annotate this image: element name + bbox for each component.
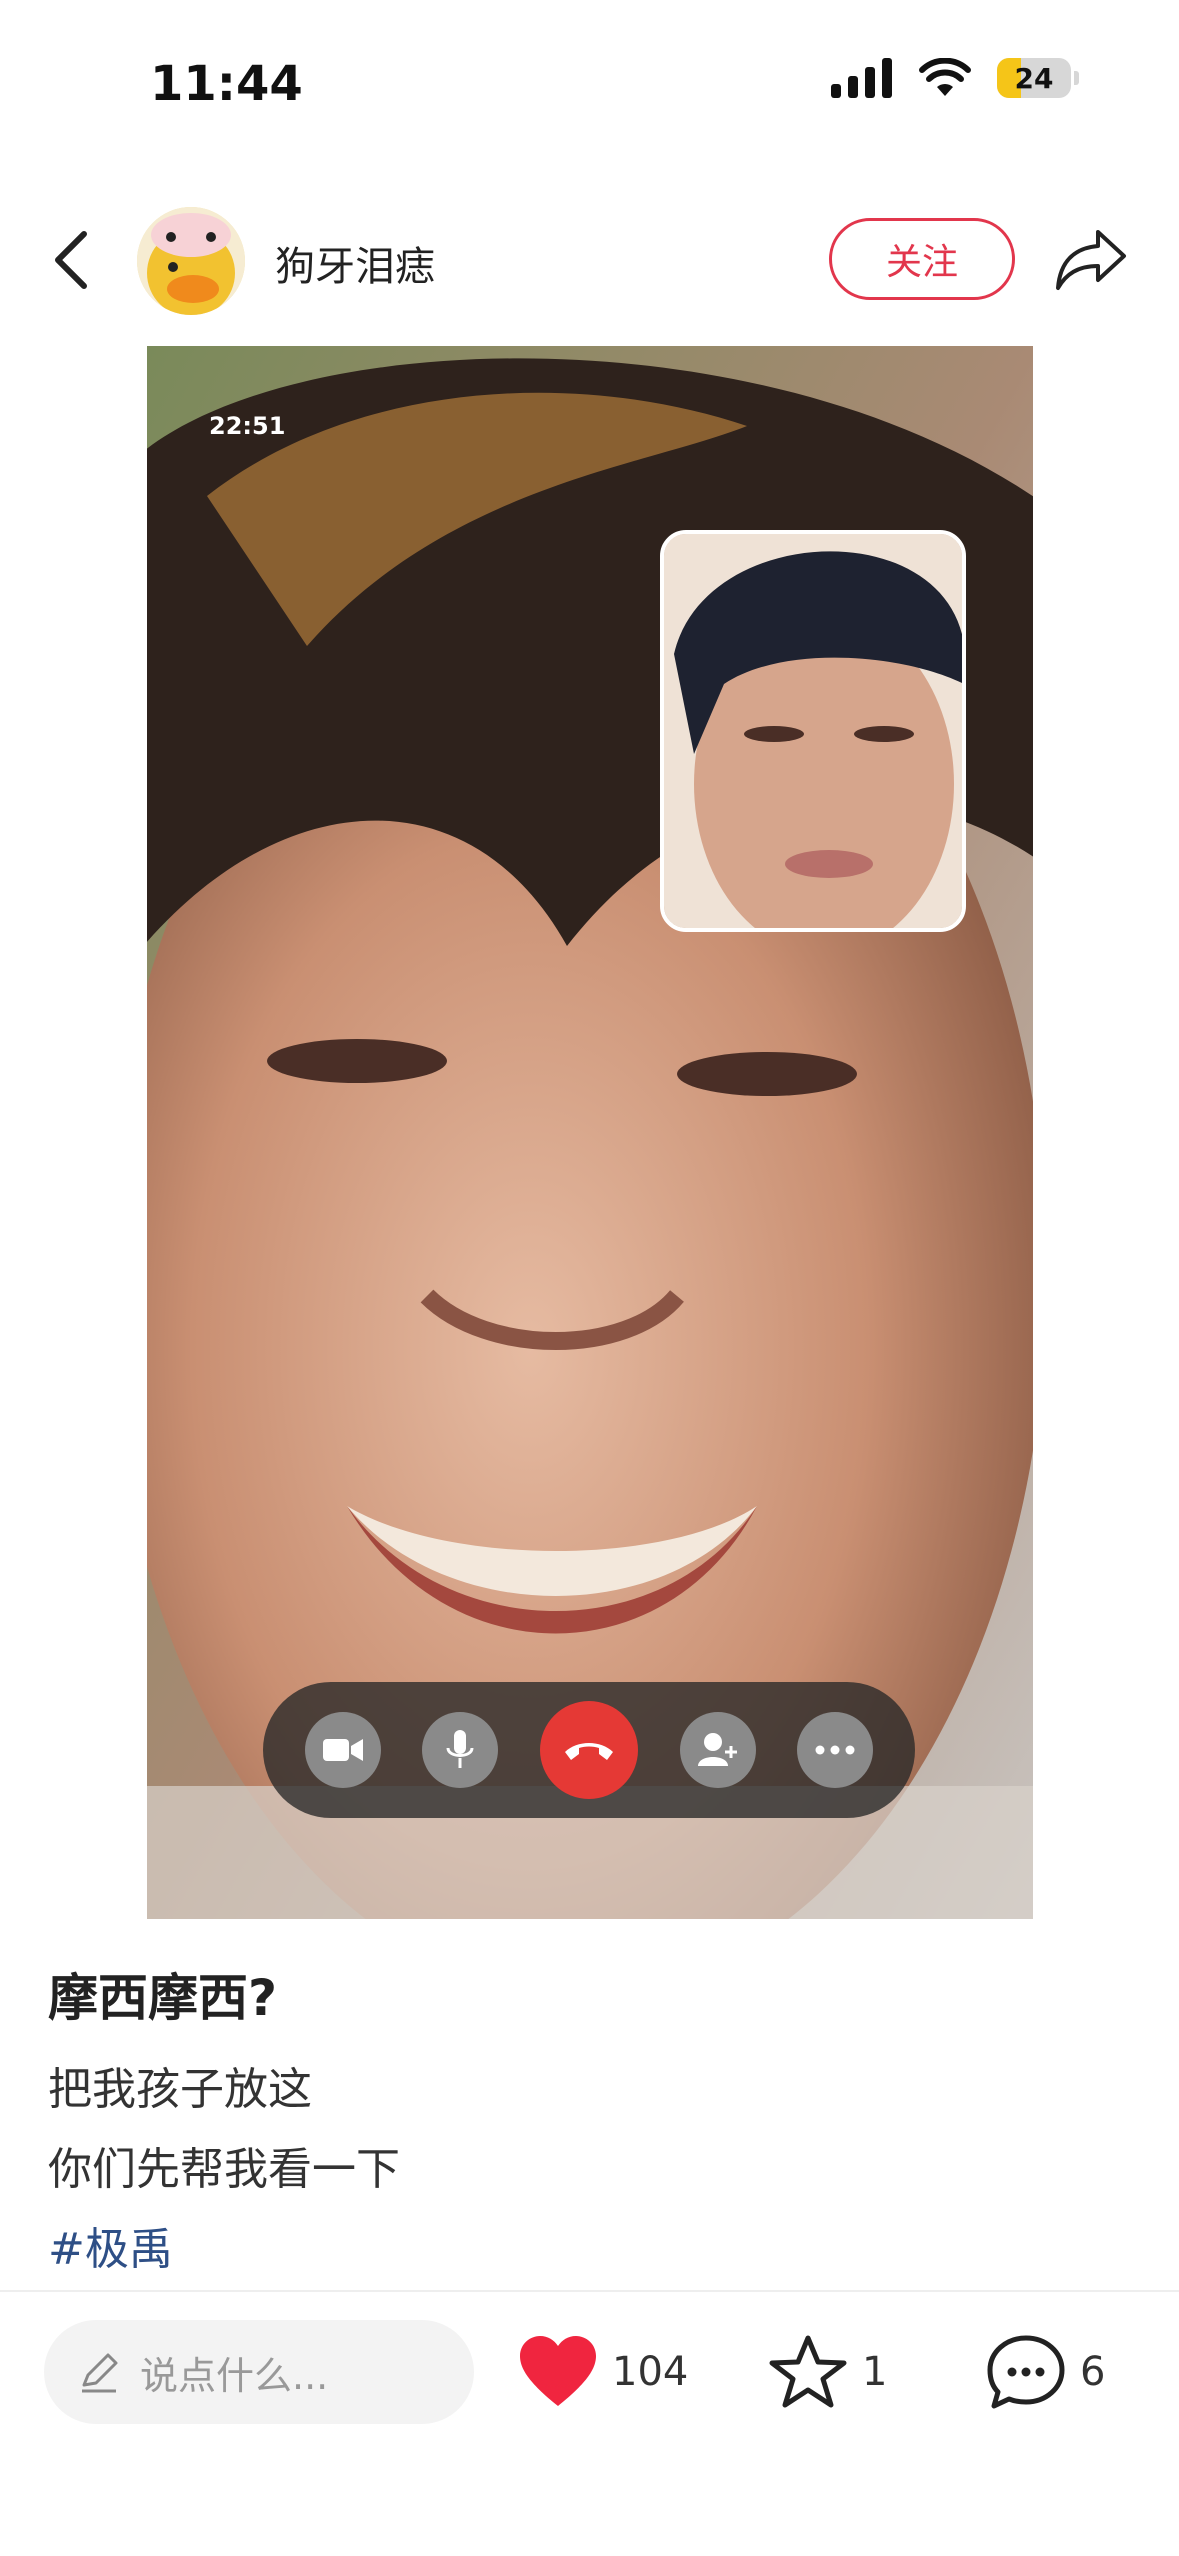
like-count: 104	[612, 2349, 689, 2395]
pip-video-thumbnail[interactable]	[660, 530, 966, 932]
follow-button[interactable]: 关注	[829, 218, 1015, 300]
status-time: 11:44	[150, 56, 303, 112]
hashtag-link[interactable]: #极禹	[48, 2210, 400, 2290]
add-user-icon	[697, 1733, 737, 1766]
video-timestamp: 22:51	[209, 412, 286, 440]
post-body: 把我孩子放这 你们先帮我看一下 #极禹	[48, 2050, 400, 2290]
favorite-button[interactable]: 1	[768, 2322, 887, 2422]
avatar[interactable]	[137, 207, 245, 315]
mute-button[interactable]	[422, 1712, 499, 1788]
back-icon[interactable]	[44, 228, 104, 292]
like-button[interactable]: 104	[518, 2322, 688, 2422]
comment-button[interactable]: 6	[986, 2322, 1105, 2422]
pencil-icon	[82, 2353, 118, 2393]
battery-level: 24	[1014, 61, 1054, 95]
hang-up-button[interactable]	[539, 1701, 638, 1799]
add-participant-button[interactable]	[679, 1712, 756, 1788]
microphone-icon	[446, 1730, 474, 1768]
video-camera-icon	[322, 1739, 363, 1761]
divider	[0, 2290, 1179, 2292]
post-line: 你们先帮我看一下	[48, 2144, 400, 2195]
more-options-button[interactable]	[797, 1712, 874, 1788]
call-control-bar	[263, 1682, 915, 1818]
post-title: 摩西摩西?	[48, 1969, 278, 2027]
comment-count: 6	[1080, 2349, 1106, 2395]
phone-hangup-icon	[564, 1743, 613, 1760]
comment-input[interactable]: 说点什么...	[44, 2320, 474, 2424]
post-line: 把我孩子放这	[48, 2064, 312, 2115]
share-icon[interactable]	[1054, 224, 1130, 294]
video-player[interactable]: 22:51	[147, 346, 1033, 1919]
username[interactable]: 狗牙泪痣	[275, 234, 435, 292]
signal-icon	[831, 58, 892, 98]
heart-icon	[520, 2336, 596, 2406]
battery-indicator: 24	[997, 58, 1071, 98]
comment-bubble-icon	[987, 2335, 1065, 2409]
status-icons: 24	[831, 58, 1079, 98]
wifi-icon	[919, 58, 971, 96]
comment-placeholder: 说点什么...	[140, 2353, 329, 2398]
more-dots-icon	[815, 1745, 855, 1755]
post-header: 狗牙泪痣 关注	[0, 200, 1179, 320]
favorite-count: 1	[862, 2349, 888, 2395]
star-icon	[769, 2335, 847, 2408]
camera-button[interactable]	[304, 1712, 381, 1788]
